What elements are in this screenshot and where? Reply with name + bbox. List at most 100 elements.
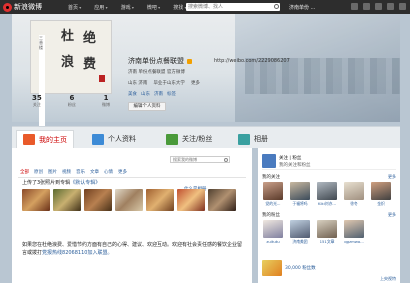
follow-fans-subtitle: 我的关注和粉丝 <box>279 163 311 168</box>
stat-following[interactable]: 35 关注 <box>32 94 42 108</box>
nav-link-find[interactable]: 搜找 <box>173 4 186 11</box>
follow-fans-title[interactable]: 关注 | 粉丝 <box>279 155 337 161</box>
photo-thumbnail[interactable] <box>115 189 143 211</box>
photo-thumbnail[interactable] <box>146 189 174 211</box>
avatar <box>344 220 364 238</box>
photo-thumbnail[interactable] <box>53 189 81 211</box>
photo-thumbnail[interactable] <box>177 189 205 211</box>
feed-search-input[interactable] <box>171 157 223 162</box>
profile-stats: 35 关注 6 粉丝 1 微博 <box>30 94 112 108</box>
profile-tabs: 我的主页 个人资料 关注/粉丝 相册 <box>12 126 400 148</box>
avatar <box>371 182 391 200</box>
following-item[interactable]: 于福将吗 <box>289 182 311 207</box>
filter-music[interactable]: 音乐 <box>76 169 85 175</box>
logo-text: 新浪微博 <box>14 3 42 11</box>
fan-name: 151文章 <box>319 239 335 244</box>
tag[interactable]: 标签 <box>167 91 176 97</box>
filter-mood[interactable]: 心情 <box>104 169 113 175</box>
avatar-char: 浪 <box>61 55 75 70</box>
search-icon[interactable] <box>274 4 279 9</box>
following-item[interactable]: Kiki刘亦... <box>316 182 338 207</box>
following-name: Kiki刘亦... <box>317 201 336 206</box>
following-more-link[interactable]: 更多 <box>388 174 396 180</box>
home-icon[interactable] <box>351 3 358 10</box>
stat-label: 粉丝 <box>67 102 76 107</box>
album-link[interactable]: 《默认专辑》 <box>70 180 100 186</box>
photo-icon <box>238 133 250 145</box>
fan-item[interactable]: 济南美团 <box>289 220 311 245</box>
message-icon[interactable] <box>363 3 370 10</box>
stat-label: 关注 <box>32 102 41 107</box>
fan-item[interactable]: qgzmwo... <box>343 220 365 245</box>
mail-icon[interactable] <box>375 3 382 10</box>
filter-images[interactable]: 图片 <box>48 169 57 175</box>
feed-search-box <box>170 156 230 163</box>
nav-link-home[interactable]: 首页 <box>68 4 81 11</box>
filter-all[interactable]: 全部 <box>20 169 29 175</box>
user-icon[interactable] <box>399 3 406 10</box>
following-item[interactable]: 金炽 <box>370 182 392 207</box>
avatar <box>263 220 283 238</box>
filter-more[interactable]: 更多 <box>118 169 127 175</box>
nav-link-apps[interactable]: 应用 <box>94 4 107 11</box>
profile-info: 山东 济南 毕业于山东大学 更多 <box>128 80 200 86</box>
fan-name: 济南美团 <box>292 239 308 244</box>
tab-my-home[interactable]: 我的主页 <box>16 130 74 148</box>
tv-link[interactable]: 上央视特 <box>380 276 396 282</box>
following-title: 我的关注 <box>262 175 280 180</box>
following-name: 党的光... <box>265 201 281 206</box>
settings-icon[interactable] <box>387 3 394 10</box>
nav-link-weiba[interactable]: 微吧 <box>147 4 160 11</box>
stat-posts[interactable]: 1 微博 <box>102 94 110 108</box>
following-list: 党的光... 于福将吗 Kiki刘亦... 徐冬 金炽 <box>262 182 392 207</box>
avatar[interactable]: 杜 绝 浪 费 三香楼 <box>30 20 112 170</box>
following-item[interactable]: 徐冬 <box>343 182 365 207</box>
tab-follow-fans[interactable]: 关注/粉丝 <box>160 130 224 148</box>
profile-name: 济南单份点餐联盟 <box>128 56 192 66</box>
fan-count: 30,000 粉丝数 <box>285 265 316 271</box>
edit-profile-button[interactable]: 编辑个人资料 <box>128 102 166 111</box>
fan-item[interactable]: zuitutu <box>262 220 284 245</box>
photo-thumbnail[interactable] <box>84 189 112 211</box>
filter-articles[interactable]: 文章 <box>90 169 99 175</box>
fans-list: zuitutu 济南美团 151文章 qgzmwo... <box>262 220 365 245</box>
filter-videos[interactable]: 视频 <box>62 169 71 175</box>
fan-item[interactable]: 151文章 <box>316 220 338 245</box>
people-icon <box>166 133 178 145</box>
filter-original[interactable]: 原创 <box>34 169 43 175</box>
tab-profile[interactable]: 个人资料 <box>86 130 150 148</box>
stat-number: 6 <box>69 94 75 102</box>
stat-fans[interactable]: 6 粉丝 <box>68 94 76 108</box>
school: 毕业于山东大学 <box>153 81 185 86</box>
fan-name: qgzmwo... <box>344 239 364 244</box>
more-info-link[interactable]: 更多 <box>191 80 200 86</box>
fan-count-number[interactable]: 30,000 <box>285 266 301 271</box>
avatar <box>290 220 310 238</box>
tag[interactable]: 山东 <box>141 91 150 97</box>
hotline-link[interactable]: 党报热线82068110加入联盟。 <box>42 250 112 256</box>
fan-count-label: 粉丝数 <box>302 266 316 271</box>
fans-title: 我的粉丝 <box>262 213 280 218</box>
photo-thumbnail[interactable] <box>22 189 50 211</box>
photo-thumbnail[interactable] <box>208 189 236 211</box>
global-search-input[interactable] <box>186 3 272 11</box>
tag[interactable]: 美食 <box>128 91 137 97</box>
nav-link-games[interactable]: 游戏 <box>121 4 134 11</box>
tag[interactable]: 济南 <box>154 91 163 97</box>
follow-fans-header: 关注 | 粉丝 我的关注和粉丝 <box>262 154 396 170</box>
search-icon[interactable] <box>224 158 228 162</box>
profile-url[interactable]: http://weibo.com/2229086207 <box>214 58 290 64</box>
fans-more-link[interactable]: 更多 <box>388 212 396 218</box>
post-title: 上传了3张照片到专辑《默认专辑》 <box>22 179 100 186</box>
tab-album[interactable]: 相册 <box>232 130 292 148</box>
following-item[interactable]: 党的光... <box>262 182 284 207</box>
verify-text: 济南 单份点餐联盟 官方微博 <box>128 70 185 75</box>
weibo-eye-icon <box>3 2 12 12</box>
feed-filters: 全部 原创 图片 视频 音乐 文章 心情 更多 <box>20 169 127 175</box>
avatar <box>263 182 283 200</box>
following-name: 金炽 <box>377 201 385 206</box>
top-icons <box>351 3 406 10</box>
current-user-name[interactable]: 济南单份 ... <box>289 4 315 11</box>
weibo-logo[interactable]: 新浪微博 <box>3 2 42 12</box>
follow-icon <box>262 154 276 168</box>
